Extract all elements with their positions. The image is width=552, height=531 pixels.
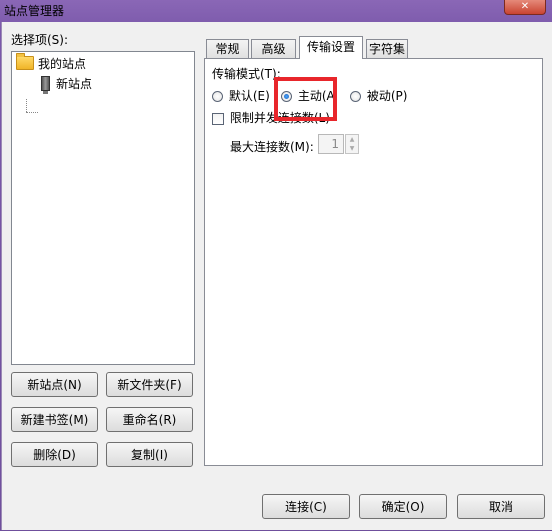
- radio-default[interactable]: 默认(E): [212, 87, 270, 104]
- radio-passive-label: 被动(P): [366, 89, 408, 103]
- tree-connector: [26, 112, 38, 113]
- tree-item-my-sites[interactable]: 我的站点: [16, 53, 87, 72]
- max-connections-label: 最大连接数(M):: [230, 140, 314, 154]
- transfer-mode-label: 传输模式(T):: [212, 67, 281, 81]
- delete-button[interactable]: 删除(D): [11, 442, 98, 467]
- title-bar[interactable]: 站点管理器 ✕: [0, 0, 552, 22]
- tree-item-new-site[interactable]: 新站点: [41, 74, 93, 94]
- tab-transfer-settings[interactable]: 传输设置: [299, 36, 363, 59]
- tab-charset[interactable]: 字符集: [366, 39, 408, 58]
- cancel-button[interactable]: 取消: [457, 494, 545, 519]
- new-site-button[interactable]: 新站点(N): [11, 372, 98, 397]
- copy-button[interactable]: 复制(I): [106, 442, 193, 467]
- new-bookmark-button[interactable]: 新建书签(M): [11, 407, 98, 432]
- tree-item-label: 新站点: [56, 76, 93, 91]
- radio-passive-indicator[interactable]: [350, 91, 361, 102]
- new-folder-button[interactable]: 新文件夹(F): [106, 372, 193, 397]
- radio-default-label: 默认(E): [228, 89, 270, 103]
- highlight-box: [274, 77, 337, 121]
- tab-general[interactable]: 常规: [206, 39, 249, 58]
- transfer-settings-panel: 传输模式(T): 默认(E) 主动(A 被动(P) 限制并发连接数(L) 最大连…: [204, 58, 543, 466]
- max-connections-stepper[interactable]: ▲ ▼: [345, 134, 359, 154]
- stepper-up-icon[interactable]: ▲: [346, 135, 358, 144]
- max-connections-input[interactable]: 1: [318, 134, 344, 154]
- close-button[interactable]: ✕: [504, 0, 546, 15]
- window-title: 站点管理器: [4, 4, 65, 18]
- limit-connections-checkbox[interactable]: [212, 112, 224, 125]
- site-manager-window: 站点管理器 ✕ 选择项(S): 我的站点 新站点 新站点(N) 新文件夹(F) …: [0, 0, 552, 531]
- site-tree[interactable]: 我的站点 新站点: [11, 51, 195, 365]
- server-icon: [41, 75, 50, 94]
- settings-tabs: 常规 高级 传输设置 字符集 传输模式(T): 默认(E) 主动(A 被动(P): [204, 36, 543, 466]
- tree-item-label: 我的站点: [38, 56, 87, 71]
- ok-button[interactable]: 确定(O): [359, 494, 447, 519]
- rename-button[interactable]: 重命名(R): [106, 407, 193, 432]
- dialog-client: 选择项(S): 我的站点 新站点 新站点(N) 新文件夹(F) 新建书签(M) …: [1, 22, 552, 530]
- select-entry-label: 选择项(S):: [11, 33, 69, 47]
- stepper-down-icon[interactable]: ▼: [346, 144, 358, 153]
- folder-icon: [16, 53, 34, 70]
- radio-default-indicator[interactable]: [212, 91, 223, 102]
- tab-advanced[interactable]: 高级: [251, 39, 296, 58]
- radio-passive[interactable]: 被动(P): [350, 87, 407, 104]
- tree-connector: [26, 99, 27, 112]
- connect-button[interactable]: 连接(C): [262, 494, 350, 519]
